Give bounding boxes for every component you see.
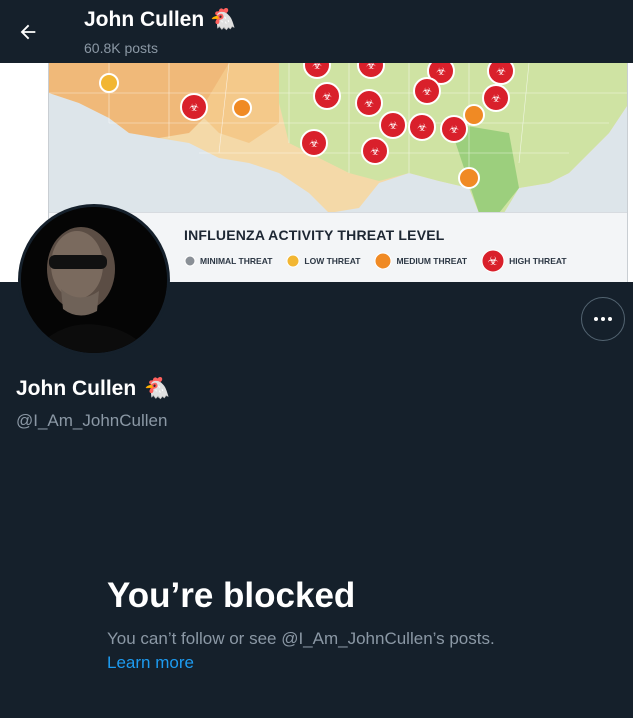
top-header: John Cullen 🐔 60.8K posts <box>0 0 633 63</box>
arrow-left-icon <box>20 24 36 40</box>
svg-text:☣: ☣ <box>189 101 199 114</box>
posts-count: 60.8K posts <box>84 40 158 56</box>
svg-text:☣: ☣ <box>488 254 499 268</box>
svg-text:☣: ☣ <box>449 123 459 136</box>
legend-title: INFLUENZA ACTIVITY THREAT LEVEL <box>184 227 445 243</box>
avatar-photo <box>21 207 167 353</box>
profile-page: John Cullen 🐔 60.8K posts ☣ ☣ ☣ ☣ ☣ ☣ ☣ … <box>0 0 633 718</box>
profile-name: John Cullen 🐔 <box>16 377 170 401</box>
svg-text:☣: ☣ <box>496 65 506 78</box>
back-button[interactable] <box>10 14 46 50</box>
medium-threat-icon <box>374 252 392 270</box>
low-threat-icon <box>286 254 300 268</box>
header-name: John Cullen <box>84 8 205 31</box>
legend-item-minimal: MINIMAL THREAT <box>184 255 272 267</box>
legend-item-medium: MEDIUM THREAT <box>374 252 467 270</box>
legend-label-high: HIGH THREAT <box>509 256 567 266</box>
chicken-emoji-icon: 🐔 <box>144 377 171 400</box>
legend-label-low: LOW THREAT <box>304 256 361 266</box>
avatar[interactable] <box>18 204 170 356</box>
header-title: John Cullen 🐔 <box>84 8 236 32</box>
svg-text:☣: ☣ <box>322 90 332 103</box>
learn-more-link[interactable]: Learn more <box>107 653 194 673</box>
us-map-graphic: ☣ ☣ ☣ ☣ ☣ ☣ ☣ ☣ ☣ ☣ ☣ ☣ ☣ ☣ <box>49 63 627 213</box>
profile-handle: @I_Am_JohnCullen <box>16 411 168 430</box>
legend-item-low: LOW THREAT <box>286 254 360 268</box>
legend-label-minimal: MINIMAL THREAT <box>200 256 273 266</box>
legend-items: MINIMAL THREAT LOW THREAT MEDIUM THREAT … <box>184 249 567 273</box>
svg-text:☣: ☣ <box>388 119 398 132</box>
svg-text:☣: ☣ <box>491 92 501 105</box>
more-options-button[interactable] <box>581 297 625 341</box>
blocked-description: You can’t follow or see @I_Am_JohnCullen… <box>107 629 495 648</box>
svg-text:☣: ☣ <box>309 137 319 150</box>
svg-text:☣: ☣ <box>364 97 374 110</box>
legend-item-high: ☣ HIGH THREAT <box>481 249 567 273</box>
svg-text:☣: ☣ <box>312 63 322 72</box>
svg-text:☣: ☣ <box>366 63 376 72</box>
blocked-title: You’re blocked <box>107 576 356 615</box>
legend-label-medium: MEDIUM THREAT <box>396 256 468 266</box>
more-options-icon <box>594 317 612 321</box>
chicken-emoji-icon: 🐔 <box>210 8 237 31</box>
svg-text:☣: ☣ <box>417 121 427 134</box>
minimal-threat-icon <box>184 255 196 267</box>
svg-text:☣: ☣ <box>370 145 380 158</box>
high-threat-icon: ☣ <box>481 249 505 273</box>
profile-display-name: John Cullen <box>16 377 137 400</box>
svg-text:☣: ☣ <box>436 65 446 78</box>
svg-text:☣: ☣ <box>422 85 432 98</box>
avatar-portrait-graphic <box>21 207 167 353</box>
